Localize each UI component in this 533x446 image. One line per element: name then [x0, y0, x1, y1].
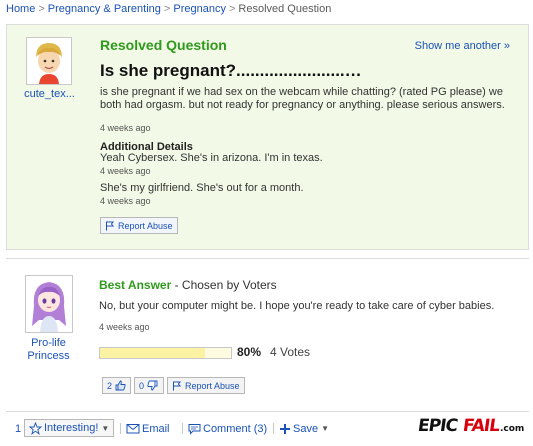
interesting-count: 1 — [15, 422, 22, 435]
breadcrumb-separator: > — [38, 3, 45, 15]
save-button[interactable]: Save ▼ — [279, 420, 329, 437]
answerer-avatar[interactable] — [25, 275, 73, 333]
question-timestamp: 4 weeks ago — [100, 123, 151, 133]
watermark-epic: EPIC — [416, 416, 459, 436]
asker-name[interactable]: cute_tex... — [7, 88, 92, 100]
additional-detail-text: Yeah Cybersex. She's in arizona. I'm in … — [100, 152, 323, 164]
mail-icon — [126, 424, 140, 434]
epicfail-watermark: EPIC FAIL .com — [416, 414, 525, 441]
thumbs-up-icon — [115, 380, 126, 391]
comment-label: Comment (3) — [203, 422, 268, 435]
report-abuse-button[interactable]: Report Abuse — [167, 377, 245, 394]
chevron-down-icon: ▼ — [321, 424, 329, 433]
additional-detail-text: She's my girlfriend. She's out for a mon… — [100, 182, 304, 194]
best-answer-label: Best Answer — [99, 278, 172, 292]
chosen-by-label: - Chosen by Voters — [171, 278, 277, 292]
email-label: Email — [142, 422, 170, 435]
flag-icon — [173, 381, 181, 390]
vote-progress-fill — [100, 348, 205, 358]
flag-icon — [106, 221, 114, 230]
best-answer-panel: Pro-life Princess Best Answer - Chosen b… — [6, 258, 529, 408]
vote-count: 4 Votes — [270, 345, 311, 359]
additional-detail-timestamp: 4 weeks ago — [100, 166, 151, 176]
plus-icon — [280, 423, 290, 434]
breadcrumb-home[interactable]: Home — [6, 3, 35, 15]
watermark-dotcom: .com — [500, 424, 525, 434]
breadcrumb-subcategory[interactable]: Pregnancy — [173, 3, 226, 15]
show-another-link[interactable]: Show me another » — [415, 40, 510, 52]
additional-detail-timestamp: 4 weeks ago — [100, 196, 151, 206]
comment-button[interactable]: Comment (3) — [188, 420, 267, 437]
question-body: is she pregnant if we had sex on the web… — [100, 86, 505, 111]
vote-percent: 80% — [237, 345, 262, 359]
breadcrumb: Home > Pregnancy & Parenting > Pregnancy > Res… — [6, 3, 331, 15]
asker-avatar[interactable] — [26, 37, 72, 85]
vote-progress-bar — [99, 347, 232, 359]
thumbs-up-button[interactable]: 2 — [102, 377, 131, 394]
question-title: Is she pregnant?.......................… — [100, 61, 362, 80]
breadcrumb-current: Resolved Question — [238, 3, 332, 15]
thumbs-up-count: 2 — [107, 380, 113, 391]
thumbs-down-icon — [147, 380, 158, 391]
answerer-name-line: Pro-life — [31, 337, 66, 349]
answerer-name[interactable]: Pro-life Princess — [6, 337, 91, 363]
divider — [120, 423, 121, 434]
report-abuse-label: Report Abuse — [118, 220, 173, 231]
question-status: Resolved Question — [100, 37, 227, 53]
breadcrumb-separator: > — [163, 3, 171, 15]
email-button[interactable]: Email — [126, 420, 170, 437]
chevron-down-icon: ▼ — [101, 423, 110, 433]
divider — [182, 423, 183, 434]
interesting-button[interactable]: Interesting! ▼ — [24, 419, 115, 437]
best-answer-heading: Best Answer - Chosen by Voters — [99, 278, 277, 292]
breadcrumb-separator: > — [228, 3, 236, 15]
question-panel: cute_tex... Resolved Question Show me an… — [6, 24, 529, 250]
interesting-label: Interesting! — [44, 422, 99, 434]
report-abuse-button[interactable]: Report Abuse — [100, 217, 178, 234]
watermark-fail: FAIL — [461, 416, 501, 436]
answer-text: No, but your computer might be. I hope y… — [99, 300, 495, 312]
star-icon — [29, 421, 42, 435]
comment-icon — [188, 423, 201, 435]
thumbs-down-count: 0 — [139, 380, 145, 391]
thumbs-down-button[interactable]: 0 — [134, 377, 164, 394]
breadcrumb-category[interactable]: Pregnancy & Parenting — [48, 3, 161, 15]
save-label: Save — [293, 422, 319, 435]
divider — [273, 423, 274, 434]
answerer-name-line: Princess — [27, 350, 70, 362]
answer-timestamp: 4 weeks ago — [99, 322, 150, 332]
report-abuse-label: Report Abuse — [185, 380, 240, 391]
